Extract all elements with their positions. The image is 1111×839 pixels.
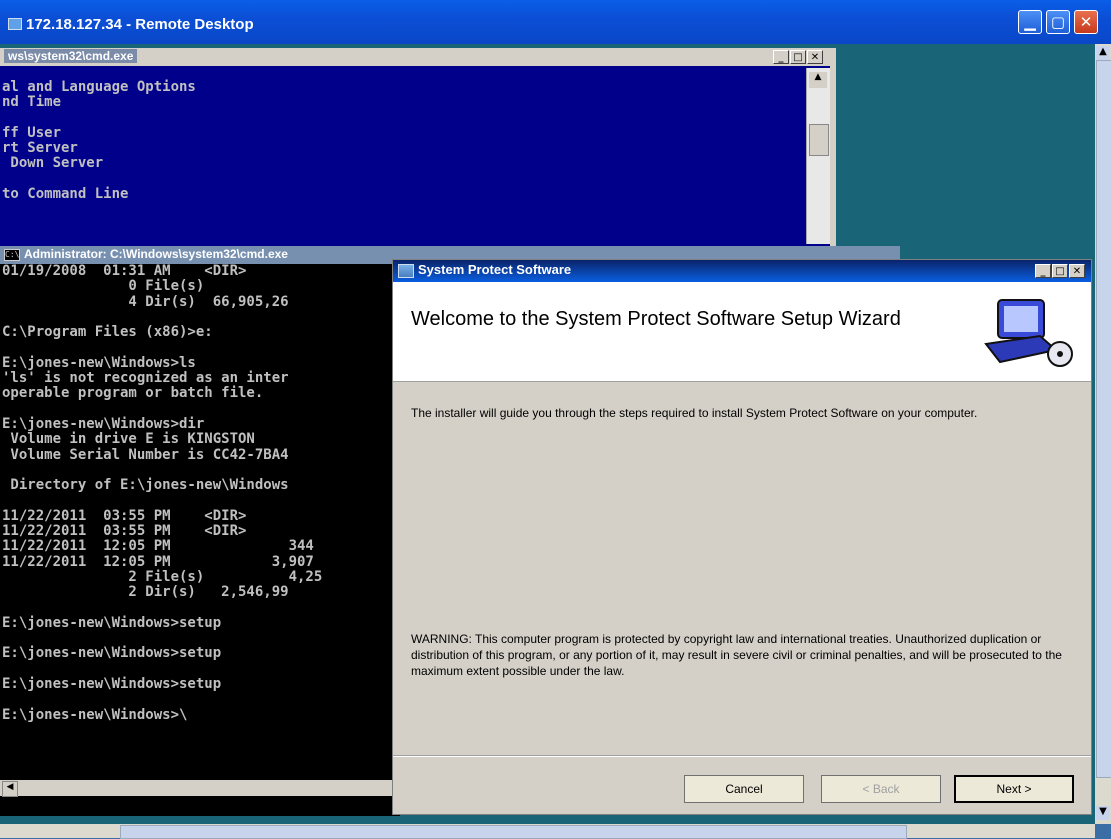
monitor-icon [8, 18, 22, 30]
scroll-down-icon[interactable]: ▼ [1096, 806, 1110, 820]
hscroll-thumb[interactable] [120, 825, 907, 839]
cmd-back-minimize[interactable]: _ [773, 50, 789, 64]
scrollbar-thumb[interactable] [809, 124, 829, 156]
divider [393, 755, 1091, 757]
terminal-line: al and Language Options [2, 79, 196, 95]
installer-minimize[interactable]: _ [1035, 264, 1051, 278]
remote-desktop-title: 172.18.127.34 - Remote Desktop [26, 16, 254, 33]
cmd-front-hscroll[interactable]: ◀ [0, 780, 400, 797]
terminal-line: E:\jones-new\Windows>ls [2, 354, 196, 371]
terminal-line: nd Time [2, 94, 62, 111]
terminal-line: ff User [2, 124, 62, 141]
terminal-line: Directory of E:\jones-new\Windows [2, 477, 289, 494]
terminal-line: C:\Program Files (x86)>e: [2, 324, 213, 341]
terminal-line: 11/22/2011 03:55 PM <DIR> [2, 507, 247, 524]
terminal-line: 0 File(s) [2, 278, 205, 295]
cmd-back-scrollbar[interactable]: ▲ [806, 68, 830, 244]
cancel-button[interactable]: Cancel [684, 775, 804, 803]
terminal-line: 11/22/2011 03:55 PM <DIR> [2, 523, 247, 540]
terminal-line: 2 File(s) 4,25 [2, 568, 323, 585]
installer-close[interactable]: ✕ [1069, 264, 1085, 278]
installer-intro: The installer will guide you through the… [411, 406, 978, 420]
computer-icon [980, 292, 1076, 370]
terminal-line: rt Server [2, 140, 78, 157]
scroll-up-icon[interactable]: ▲ [809, 72, 827, 88]
window-border [830, 48, 836, 248]
horizontal-scrollbar[interactable] [0, 824, 1095, 839]
minimize-icon: ▁ [1024, 13, 1036, 31]
setup-icon [398, 264, 414, 278]
terminal-line: operable program or batch file. [2, 385, 264, 402]
cmd-back-maximize[interactable]: □ [790, 50, 806, 64]
cmd-back-output: al and Language Options nd Time ff User rt… [2, 79, 196, 203]
scrollbar-thumb[interactable] [1096, 60, 1111, 778]
installer-title: System Protect Software [418, 262, 572, 277]
terminal-line: Volume Serial Number is CC42-7BA4 [2, 446, 289, 463]
installer-headline: Welcome to the System Protect Software S… [411, 308, 901, 330]
terminal-line: 2 Dir(s) 2,546,99 [2, 584, 289, 601]
back-button[interactable]: < Back [821, 775, 941, 803]
cmd-back-close[interactable]: ✕ [807, 50, 823, 64]
terminal-line: E:\jones-new\Windows>setup [2, 614, 222, 631]
cmd-front-title: Administrator: C:\Windows\system32\cmd.e… [24, 247, 288, 261]
maximize-icon: ▢ [1050, 13, 1066, 31]
terminal-line: E:\jones-new\Windows>dir [2, 415, 205, 432]
terminal-line: E:\jones-new\Windows>setup [2, 676, 222, 693]
cmd-back-title: ws\system32\cmd.exe [4, 49, 138, 63]
scroll-left-icon[interactable]: ◀ [2, 781, 18, 797]
terminal-line: Volume in drive E is KINGSTON [2, 431, 255, 448]
close-icon: ✕ [1079, 13, 1093, 31]
terminal-line: 11/22/2011 12:05 PM 3,907 [2, 553, 314, 570]
terminal-line: E:\jones-new\Windows>\ [2, 706, 188, 723]
next-button[interactable]: Next > [954, 775, 1074, 803]
terminal-line: to Command Line [2, 186, 129, 203]
cmd-icon: C:\ [4, 249, 20, 261]
terminal-line: 11/22/2011 12:05 PM 344 [2, 538, 314, 555]
scroll-up-icon[interactable]: ▲ [1096, 46, 1110, 60]
terminal-line: 4 Dir(s) 66,905,26 [2, 293, 289, 310]
terminal-line: Down Server [2, 155, 104, 172]
maximize-button[interactable]: ▢ [1046, 10, 1070, 34]
installer-warning: WARNING: This computer program is protec… [411, 632, 1062, 678]
cmd-front-output: 01/19/2008 01:31 AM <DIR> 0 File(s) 4 Di… [2, 264, 392, 723]
terminal-line: 'ls' is not recognized as an inter [2, 370, 289, 387]
installer-maximize[interactable]: □ [1052, 264, 1068, 278]
vertical-scrollbar[interactable]: ▲ ▼ [1095, 44, 1111, 824]
terminal-line: 01/19/2008 01:31 AM <DIR> [2, 264, 247, 279]
minimize-button[interactable]: ▁ [1018, 10, 1042, 34]
close-button[interactable]: ✕ [1074, 10, 1098, 34]
terminal-line: E:\jones-new\Windows>setup [2, 645, 222, 662]
